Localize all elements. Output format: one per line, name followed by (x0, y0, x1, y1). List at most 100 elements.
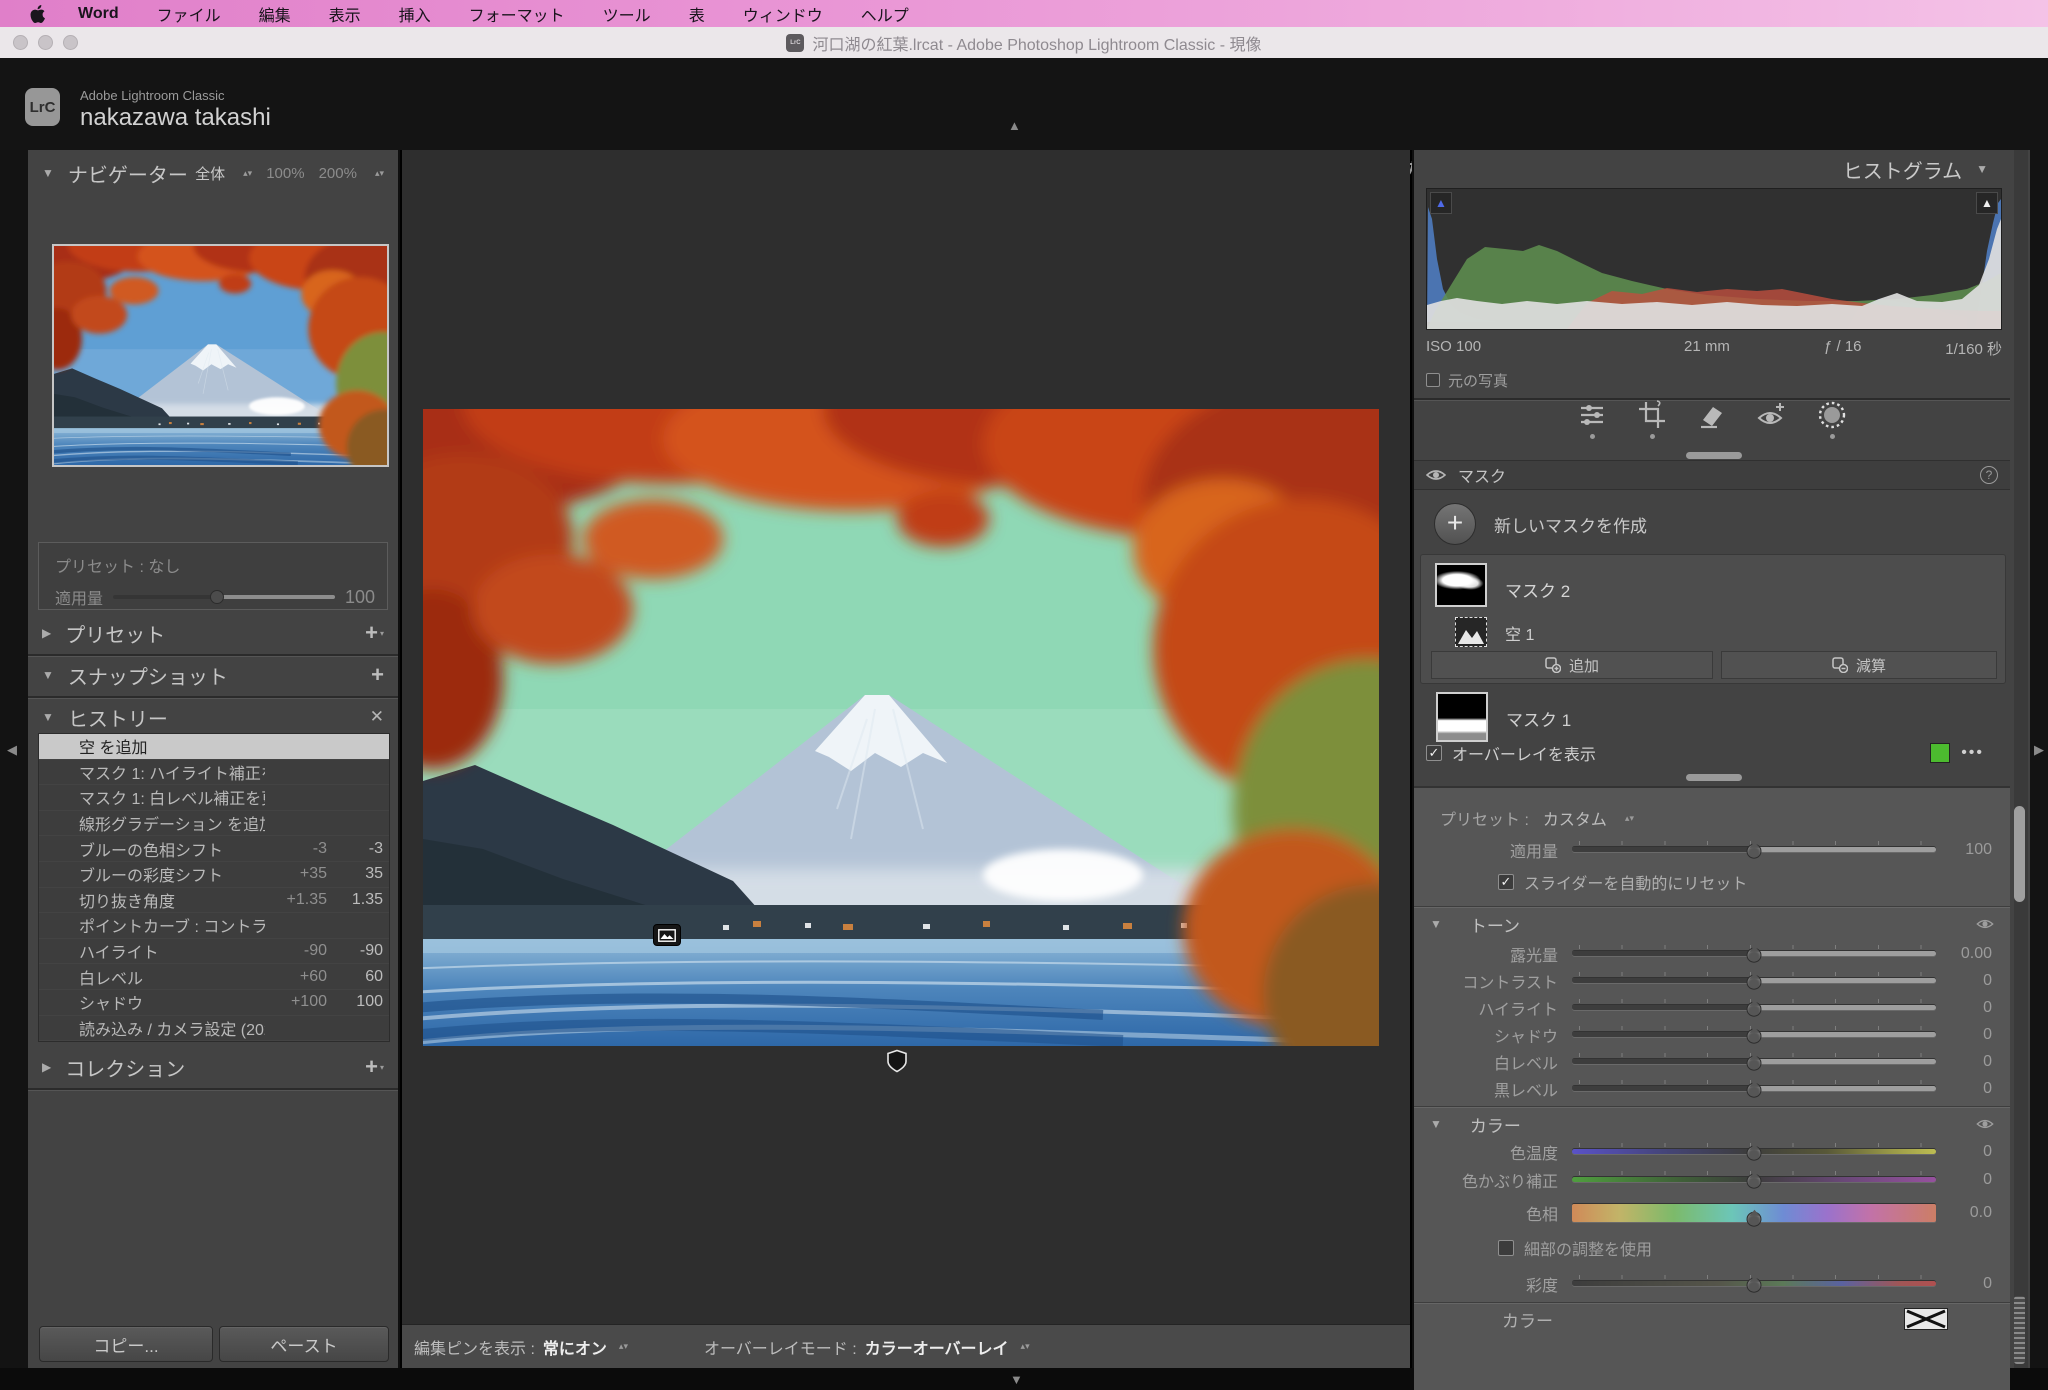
history-row[interactable]: ブルーの色相シフト-3-3 (39, 836, 389, 862)
zoom-fit-button[interactable]: 全体 (195, 163, 225, 184)
hue-slider[interactable] (1572, 1204, 1936, 1222)
history-row[interactable]: マスク 1: ハイライト補正を更新 (39, 760, 389, 786)
slider-thumb[interactable] (1747, 947, 1762, 962)
blacks-slider[interactable] (1572, 1086, 1936, 1091)
whites-slider[interactable] (1572, 1059, 1936, 1064)
history-row[interactable]: シャドウ+100100 (39, 990, 389, 1016)
tint-slider[interactable] (1572, 1177, 1936, 1182)
history-row[interactable]: 線形グラデーション を追加 (39, 811, 389, 837)
histogram-header[interactable]: ヒストグラム ▼ (1414, 150, 2010, 188)
temp-slider[interactable] (1572, 1149, 1936, 1154)
edit-tool[interactable] (1575, 400, 1609, 452)
navigator-preview[interactable] (52, 244, 389, 467)
right-panel-scrollbar[interactable] (2014, 150, 2028, 1368)
collapse-top-panel-arrow[interactable]: ▲ (1008, 118, 1021, 133)
auto-reset-checkbox[interactable]: ✓ (1498, 874, 1514, 890)
snapshots-section-header[interactable]: ▼ スナップショット + (28, 658, 398, 692)
saturation-slider[interactable] (1572, 1281, 1936, 1286)
clear-history-button[interactable]: ✕ (370, 707, 384, 727)
color-section-header[interactable]: ▼ カラー (1414, 1110, 2010, 1138)
sky1-thumbnail[interactable] (1455, 617, 1487, 647)
masking-tool[interactable] (1815, 400, 1849, 452)
minimize-window-button[interactable] (38, 35, 53, 50)
add-snapshot-button[interactable]: + (371, 662, 384, 688)
slider-thumb[interactable] (1747, 1173, 1762, 1188)
presets-section-header[interactable]: ▶ プリセット +▾ (28, 616, 398, 650)
exposure-slider[interactable] (1572, 951, 1936, 956)
slider-thumb[interactable] (1747, 1277, 1762, 1292)
menu-item-tools[interactable]: ツール (584, 2, 670, 26)
collections-section-header[interactable]: ▶ コレクション +▾ (28, 1050, 398, 1084)
paste-settings-button[interactable]: ペースト (219, 1326, 389, 1362)
menu-item-view[interactable]: 表示 (310, 2, 380, 26)
menu-item-word[interactable]: Word (59, 5, 138, 23)
slider-thumb[interactable] (1747, 1001, 1762, 1016)
navigator-header[interactable]: ▼ ナビゲーター 全体▴▾ 100% 200%▴▾ (28, 150, 398, 196)
close-window-button[interactable] (13, 35, 28, 50)
add-collection-button[interactable]: + (365, 1054, 378, 1080)
collapse-right-panel-arrow[interactable]: ▶ (2034, 742, 2044, 758)
highlights-slider[interactable] (1572, 1005, 1936, 1010)
menu-item-table[interactable]: 表 (670, 2, 724, 26)
preset-amount-slider[interactable] (113, 595, 335, 599)
menu-item-edit[interactable]: 編集 (240, 2, 310, 26)
slider-thumb[interactable] (1747, 1082, 1762, 1097)
panel-drag-handle[interactable] (1686, 774, 1742, 781)
slider-thumb[interactable] (1747, 974, 1762, 989)
history-row[interactable]: ブルーの彩度シフト+3535 (39, 862, 389, 888)
eye-icon[interactable] (1426, 468, 1446, 482)
mask-subtract-button[interactable]: 減算 (1721, 651, 1997, 679)
apple-menu[interactable] (16, 5, 59, 23)
create-new-mask-button[interactable]: + (1434, 503, 1476, 545)
mask-pin[interactable] (886, 1049, 908, 1073)
mask2-label[interactable]: マスク 2 (1505, 577, 1570, 602)
no-color-swatch[interactable] (1904, 1308, 1948, 1330)
copy-settings-button[interactable]: コピー... (39, 1326, 213, 1362)
crop-tool[interactable] (1635, 400, 1669, 452)
menu-item-insert[interactable]: 挿入 (380, 2, 450, 26)
sky1-label[interactable]: 空 1 (1505, 621, 1534, 645)
shadows-slider[interactable] (1572, 1032, 1936, 1037)
contrast-slider[interactable] (1572, 978, 1936, 983)
color-eye-icon[interactable] (1976, 1118, 1994, 1130)
menu-item-help[interactable]: ヘルプ (842, 2, 928, 26)
original-photo-checkbox[interactable] (1426, 373, 1440, 387)
zoom-200-button[interactable]: 200% (319, 165, 357, 182)
panel-drag-handle[interactable] (1686, 452, 1742, 459)
add-preset-button[interactable]: + (365, 620, 378, 646)
scrollbar-thumb[interactable] (2014, 806, 2025, 902)
history-row[interactable]: 読み込み / カメラ設定 (2024/06/23 2:01:00) (39, 1016, 389, 1042)
slider-thumb[interactable] (1747, 843, 1762, 858)
history-row[interactable]: マスク 1: 白レベル補正を更新 (39, 785, 389, 811)
overlay-color-swatch[interactable] (1930, 743, 1950, 763)
slider-thumb[interactable] (1747, 1055, 1762, 1070)
history-row[interactable]: 白レベル+6060 (39, 964, 389, 990)
tone-eye-icon[interactable] (1976, 918, 1994, 930)
red-eye-tool[interactable] (1755, 400, 1789, 452)
history-row[interactable]: 切り抜き角度+1.351.35 (39, 888, 389, 914)
fine-adjustment-checkbox[interactable] (1498, 1240, 1514, 1256)
healing-tool[interactable] (1695, 400, 1729, 452)
menu-item-format[interactable]: フォーマット (450, 2, 584, 26)
zoom-100-button[interactable]: 100% (266, 165, 304, 182)
updown-icon[interactable]: ▴▾ (1021, 1343, 1030, 1350)
slider-thumb[interactable] (1747, 1212, 1762, 1227)
scrollbar-grip[interactable] (2014, 1296, 2025, 1364)
shadow-clipping-indicator[interactable]: ▲ (1430, 192, 1452, 214)
mask-info-icon[interactable]: ? (1980, 466, 1998, 484)
mask2-thumbnail[interactable] (1435, 563, 1487, 607)
histogram[interactable]: ▲ ▲ (1426, 188, 2002, 330)
history-section-header[interactable]: ▼ ヒストリー ✕ (28, 700, 398, 734)
show-overlay-checkbox[interactable]: ✓ (1426, 745, 1442, 761)
slider-thumb[interactable] (210, 590, 224, 604)
photo-canvas[interactable] (423, 409, 1379, 1046)
tone-section-header[interactable]: ▼ トーン (1414, 910, 2010, 938)
mask-preset-value[interactable]: カスタム (1543, 806, 1607, 830)
slider-thumb[interactable] (1747, 1145, 1762, 1160)
history-row[interactable]: 空 を追加 (39, 734, 389, 760)
mask-amount-slider[interactable] (1572, 847, 1936, 852)
slider-thumb[interactable] (1747, 1028, 1762, 1043)
updown-icon[interactable]: ▴▾ (1625, 815, 1634, 822)
collapse-left-panel-arrow[interactable]: ◀ (7, 742, 17, 758)
collapse-bottom-panel-arrow[interactable]: ▼ (1010, 1372, 1023, 1387)
